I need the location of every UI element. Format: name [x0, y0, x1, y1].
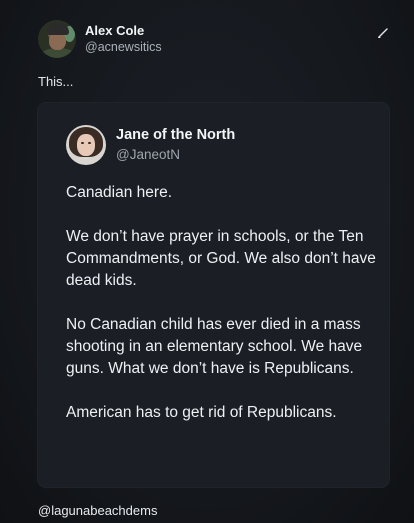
quoted-avatar[interactable]	[66, 125, 106, 165]
quoted-post-card[interactable]: Jane of the North @JaneotN Canadian here…	[38, 103, 389, 487]
quoted-post-header: Jane of the North @JaneotN	[66, 125, 235, 165]
avatar-face	[77, 134, 95, 156]
avatar-eye	[81, 142, 84, 144]
outer-post-header: Alex Cole @acnewsitics	[38, 19, 162, 59]
quoted-paragraph: Canadian here.	[66, 184, 172, 201]
edit-icon[interactable]	[377, 27, 389, 39]
avatar[interactable]	[38, 20, 76, 58]
watermark-handle: @lagunabeachdems	[38, 503, 158, 518]
quoted-paragraph: American has to get rid of Republicans.	[66, 404, 337, 421]
quoted-author: Jane of the North @JaneotN	[116, 126, 235, 164]
avatar-eye	[88, 142, 91, 144]
outer-author: Alex Cole @acnewsitics	[85, 23, 162, 55]
quoted-display-name[interactable]: Jane of the North	[116, 126, 235, 145]
author-display-name[interactable]: Alex Cole	[85, 23, 162, 39]
avatar-cap	[47, 23, 69, 35]
author-handle[interactable]: @acnewsitics	[85, 39, 162, 55]
outer-post: Alex Cole @acnewsitics This... Jane of t…	[0, 0, 414, 523]
quoted-paragraph: No Canadian child has ever died in a mas…	[66, 316, 363, 377]
post-text: This...	[38, 74, 74, 89]
quoted-handle[interactable]: @JaneotN	[116, 145, 235, 164]
quoted-post-body: Canadian here. We don’t have prayer in s…	[66, 182, 386, 446]
quoted-paragraph: We don’t have prayer in schools, or the …	[66, 228, 376, 289]
